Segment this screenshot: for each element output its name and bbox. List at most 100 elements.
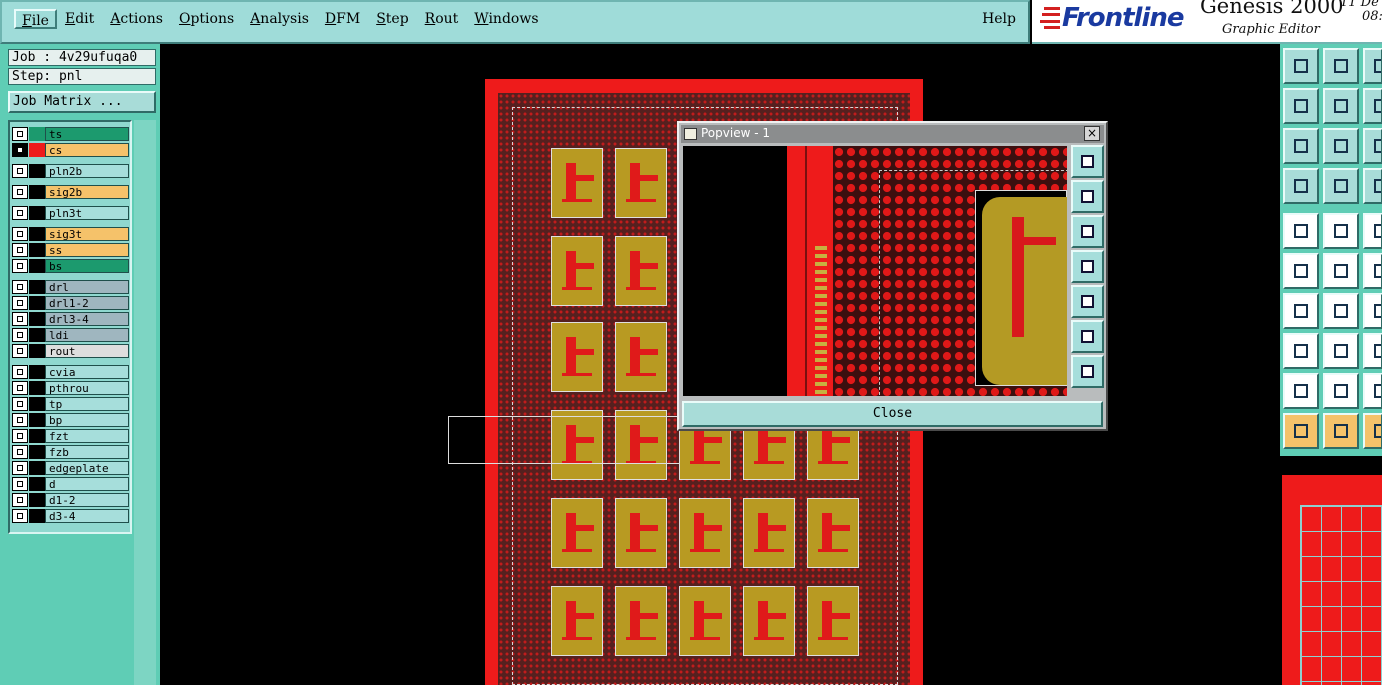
layer-name[interactable]: pln2b (45, 164, 129, 178)
delete-icon[interactable] (1323, 253, 1359, 289)
layer-row-drl3-4[interactable]: drl3-4 (12, 312, 129, 326)
layer-name[interactable]: d3-4 (45, 509, 129, 523)
measure-icon[interactable] (1283, 168, 1319, 204)
zoom-up-icon[interactable] (1071, 180, 1104, 213)
layer-name[interactable]: edgeplate (45, 461, 129, 475)
layer-checkbox[interactable] (12, 243, 28, 257)
add-pad-icon[interactable] (1283, 213, 1319, 249)
connect-icon[interactable] (1283, 253, 1319, 289)
layer-row-cvia[interactable]: cvia (12, 365, 129, 379)
zoom-1-icon[interactable] (1363, 48, 1382, 84)
pan-left-icon[interactable] (1283, 88, 1319, 124)
layer-checkbox[interactable] (12, 164, 28, 178)
layer-row-fzb[interactable]: fzb (12, 445, 129, 459)
pan-right-icon[interactable] (1071, 285, 1104, 318)
no-select-icon[interactable] (1363, 413, 1382, 449)
menu-rout[interactable]: Rout (417, 9, 467, 29)
add-text-icon[interactable] (1363, 213, 1382, 249)
layer-row-d[interactable]: d (12, 477, 129, 491)
add-line-icon[interactable] (1323, 213, 1359, 249)
layer-checkbox[interactable] (12, 143, 28, 157)
layer-row-drl1-2[interactable]: drl1-2 (12, 296, 129, 310)
layer-name[interactable]: bs (45, 259, 129, 273)
layer-checkbox[interactable] (12, 127, 28, 141)
snap-icon[interactable] (1363, 168, 1382, 204)
layer-row-sig3t[interactable]: sig3t (12, 227, 129, 241)
menu-help[interactable]: Help (982, 9, 1016, 29)
layer-color-swatch[interactable] (29, 429, 45, 443)
layer-row-edgeplate[interactable]: edgeplate (12, 461, 129, 475)
menu-edit[interactable]: Edit (57, 9, 102, 29)
overview-map[interactable] (1282, 475, 1382, 685)
layer-row-bs[interactable]: bs (12, 259, 129, 273)
layer-color-swatch[interactable] (29, 280, 45, 294)
layer-checkbox[interactable] (12, 365, 28, 379)
layer-checkbox[interactable] (12, 509, 28, 523)
layer-name[interactable]: pthrou (45, 381, 129, 395)
triangle-3-icon[interactable] (1363, 373, 1382, 409)
layer-name[interactable]: bp (45, 413, 129, 427)
layer-name[interactable]: sig3t (45, 227, 129, 241)
layer-name[interactable]: d (45, 477, 129, 491)
layer-color-swatch[interactable] (29, 365, 45, 379)
layer-name[interactable]: pln3t (45, 206, 129, 220)
layer-checkbox[interactable] (12, 477, 28, 491)
layer-name[interactable]: tp (45, 397, 129, 411)
zoom-2-icon[interactable] (1363, 88, 1382, 124)
layer-checkbox[interactable] (12, 206, 28, 220)
layer-color-swatch[interactable] (29, 344, 45, 358)
layer-color-swatch[interactable] (29, 477, 45, 491)
select-box-icon[interactable] (1323, 413, 1359, 449)
layer-color-swatch[interactable] (29, 296, 45, 310)
layer-checkbox[interactable] (12, 445, 28, 459)
layer-row-d1-2[interactable]: d1-2 (12, 493, 129, 507)
layer-name[interactable]: ldi (45, 328, 129, 342)
layer-checkbox[interactable] (12, 493, 28, 507)
pan-left-icon[interactable] (1071, 250, 1104, 283)
layer-color-swatch[interactable] (29, 328, 45, 342)
layer-checkbox[interactable] (12, 328, 28, 342)
menu-windows[interactable]: Windows (466, 9, 546, 29)
layer-color-swatch[interactable] (29, 445, 45, 459)
layer-row-drl[interactable]: drl (12, 280, 129, 294)
layer-name[interactable]: cs (45, 143, 129, 157)
layer-color-swatch[interactable] (29, 227, 45, 241)
layer-checkbox[interactable] (12, 280, 28, 294)
layer-name[interactable]: fzb (45, 445, 129, 459)
layer-color-swatch[interactable] (29, 397, 45, 411)
window-menu-icon[interactable] (684, 128, 697, 140)
layer-row-bp[interactable]: bp (12, 413, 129, 427)
layer-checkbox[interactable] (12, 397, 28, 411)
layer-color-swatch[interactable] (29, 312, 45, 326)
menu-step[interactable]: Step (368, 9, 416, 29)
layer-name[interactable]: rout (45, 344, 129, 358)
layer-color-swatch[interactable] (29, 493, 45, 507)
layer-checkbox[interactable] (12, 413, 28, 427)
layer-checkbox[interactable] (12, 259, 28, 273)
line-minus-icon[interactable] (1323, 333, 1359, 369)
menu-options[interactable]: Options (171, 9, 242, 29)
layer-row-ldi[interactable]: ldi (12, 328, 129, 342)
layer-color-swatch[interactable] (29, 164, 45, 178)
triangle-2-icon[interactable] (1323, 373, 1359, 409)
pan-up-icon[interactable] (1283, 48, 1319, 84)
layer-name[interactable]: drl3-4 (45, 312, 129, 326)
fit-all-icon[interactable] (1283, 128, 1319, 164)
layer-checkbox[interactable] (12, 429, 28, 443)
layer-name[interactable]: fzt (45, 429, 129, 443)
pan-down-icon[interactable] (1323, 48, 1359, 84)
layer-row-pthrou[interactable]: pthrou (12, 381, 129, 395)
layer-list-scrollbar[interactable] (134, 120, 156, 685)
layer-name[interactable]: sig2b (45, 185, 129, 199)
layer-color-swatch[interactable] (29, 185, 45, 199)
layer-name[interactable]: ts (45, 127, 129, 141)
close-button[interactable]: Close (682, 401, 1103, 427)
home-icon[interactable] (1071, 355, 1104, 388)
close-icon[interactable]: × (1084, 126, 1100, 141)
layer-row-d3-4[interactable]: d3-4 (12, 509, 129, 523)
layer-checkbox[interactable] (12, 227, 28, 241)
layer-color-swatch[interactable] (29, 243, 45, 257)
line-blue-icon[interactable] (1323, 293, 1359, 329)
arc-icon[interactable] (1363, 253, 1382, 289)
layer-name[interactable]: drl (45, 280, 129, 294)
